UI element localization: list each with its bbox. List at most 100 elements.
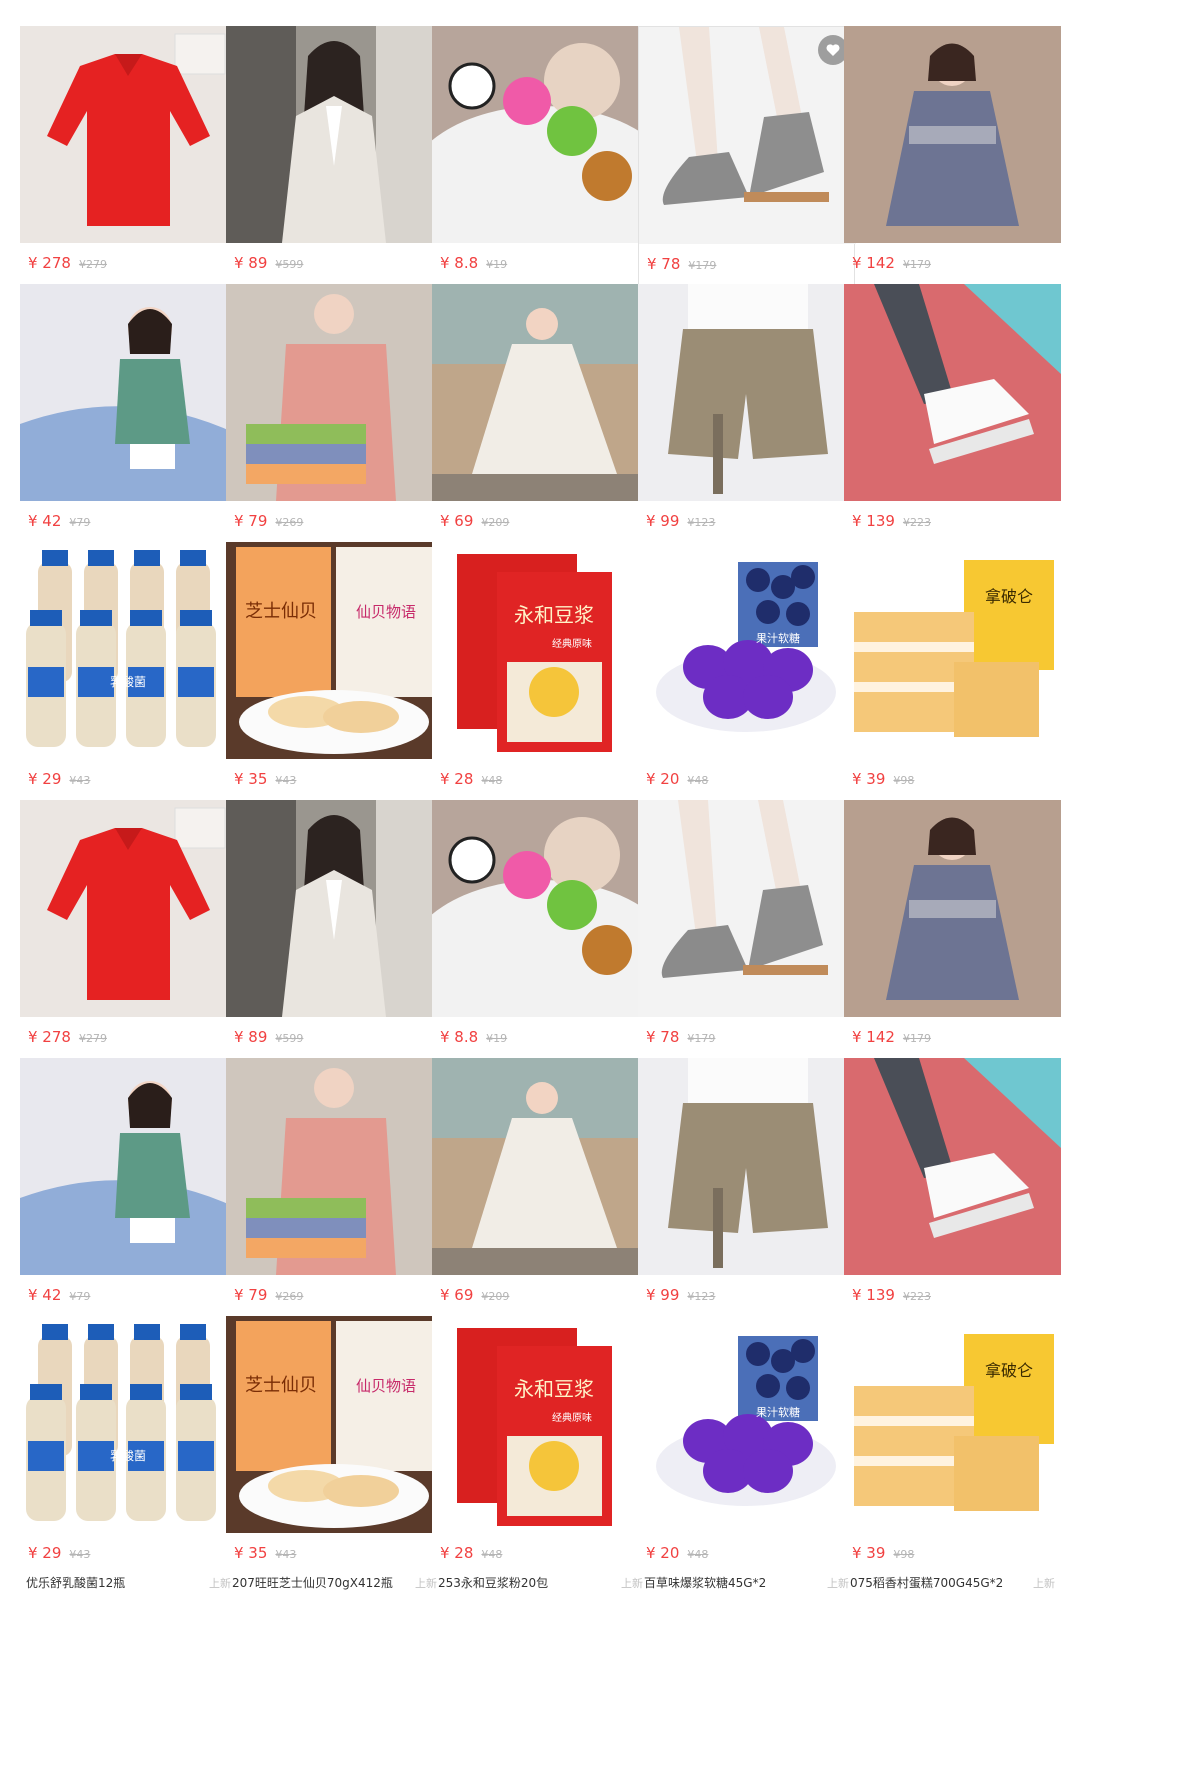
product-card[interactable]: ¥ 78 ¥179 牛皮百搭中跟休闲短靴 上新 bbox=[638, 26, 856, 304]
product-card[interactable]: ¥ 89 ¥599 羊绒衫高领毛衣针织衫 上新 bbox=[226, 800, 443, 1078]
current-price: ¥ 99 bbox=[646, 1286, 680, 1304]
price-row: ¥ 42 ¥79 bbox=[28, 1286, 90, 1308]
product-image[interactable]: 果汁软糖 bbox=[638, 542, 855, 759]
price-row: ¥ 29 ¥43 bbox=[28, 1544, 90, 1566]
price-row: ¥ 99 ¥123 bbox=[646, 1286, 715, 1308]
product-name[interactable]: 百草味爆浆软糖45G*2 bbox=[644, 1574, 766, 1591]
product-image[interactable] bbox=[20, 284, 237, 501]
product-image[interactable] bbox=[20, 26, 237, 243]
svg-text:芝士仙贝: 芝士仙贝 bbox=[245, 601, 317, 622]
product-image[interactable] bbox=[432, 800, 649, 1017]
original-price: ¥79 bbox=[69, 516, 91, 529]
product-image[interactable] bbox=[226, 1058, 443, 1275]
product-card[interactable]: ¥ 99 ¥123 民族风宽松女短裤 上新 bbox=[638, 284, 855, 562]
product-card[interactable]: 拿破仑 ¥ 39 ¥98 075稻香村蛋糕700G45G*2 上新 bbox=[844, 1316, 1061, 1594]
current-price: ¥ 29 bbox=[28, 770, 62, 788]
current-price: ¥ 35 bbox=[234, 770, 268, 788]
product-image[interactable] bbox=[844, 26, 1061, 243]
price-row: ¥ 142 ¥179 bbox=[852, 254, 931, 276]
current-price: ¥ 139 bbox=[852, 512, 895, 530]
product-name[interactable]: 优乐舒乳酸菌12瓶 bbox=[26, 1574, 125, 1591]
original-price: ¥279 bbox=[78, 1032, 107, 1045]
product-card[interactable]: 乳酸菌 ¥ 29 ¥43 优乐舒乳酸菌12瓶 上新 bbox=[20, 1316, 237, 1594]
product-card[interactable]: ¥ 139 ¥223 真皮平底板鞋小白鞋女 上新 bbox=[844, 1058, 1061, 1336]
current-price: ¥ 89 bbox=[234, 1028, 268, 1046]
product-image[interactable] bbox=[844, 284, 1061, 501]
product-image[interactable]: 芝士仙贝 仙贝物语 bbox=[226, 542, 443, 759]
product-image[interactable]: 乳酸菌 bbox=[20, 1316, 237, 1533]
product-card[interactable]: ¥ 139 ¥223 真皮平底板鞋小白鞋女 上新 bbox=[844, 284, 1061, 562]
product-name[interactable]: 207旺旺芝士仙贝70gX412瓶 bbox=[232, 1574, 393, 1591]
product-card[interactable]: ¥ 278 ¥279 第三季秋哈伦裤两件套 上新 bbox=[20, 26, 237, 304]
product-image[interactable] bbox=[844, 1058, 1061, 1275]
product-image[interactable] bbox=[432, 284, 649, 501]
product-image[interactable] bbox=[432, 26, 649, 243]
current-price: ¥ 78 bbox=[646, 1028, 680, 1046]
product-image[interactable]: 永和豆浆 经典原味 bbox=[432, 1316, 649, 1533]
product-card[interactable]: ¥ 42 ¥79 女童薄棉布韩版套装 上新 bbox=[20, 1058, 237, 1336]
product-card[interactable]: 永和豆浆 经典原味 ¥ 28 ¥48 253永和豆浆粉20包 上新 bbox=[432, 1316, 649, 1594]
svg-text:经典原味: 经典原味 bbox=[552, 1411, 592, 1424]
current-price: ¥ 139 bbox=[852, 1286, 895, 1304]
product-image[interactable]: 拿破仑 bbox=[844, 1316, 1061, 1533]
original-price: ¥209 bbox=[481, 1290, 510, 1303]
product-card[interactable]: ¥ 78 ¥179 牛皮百搭中跟休闲短靴 上新 bbox=[638, 800, 855, 1078]
svg-text:果汁软糖: 果汁软糖 bbox=[756, 631, 800, 645]
original-price: ¥179 bbox=[902, 1032, 931, 1045]
product-card[interactable]: ¥ 278 ¥279 第三季秋哈伦裤两件套 上新 bbox=[20, 800, 237, 1078]
price-row: ¥ 28 ¥48 bbox=[440, 770, 502, 792]
original-price: ¥19 bbox=[486, 1032, 508, 1045]
product-card[interactable]: 果汁软糖 ¥ 20 ¥48 百草味爆浆软糖45G*2 上新 bbox=[638, 542, 855, 820]
current-price: ¥ 39 bbox=[852, 770, 886, 788]
price-row: ¥ 35 ¥43 bbox=[234, 1544, 296, 1566]
product-card[interactable]: ¥ 99 ¥123 民族风宽松女短裤 上新 bbox=[638, 1058, 855, 1336]
product-image[interactable]: 果汁软糖 bbox=[638, 1316, 855, 1533]
product-card[interactable]: 永和豆浆 经典原味 ¥ 28 ¥48 253永和豆浆粉20包 上新 bbox=[432, 542, 649, 820]
product-image[interactable] bbox=[20, 800, 237, 1017]
product-card[interactable]: 乳酸菌 ¥ 29 ¥43 优乐舒乳酸菌12瓶 上新 bbox=[20, 542, 237, 820]
product-card[interactable]: ¥ 69 ¥209 甜美时尚蕾丝开衫 上新 bbox=[432, 284, 649, 562]
new-arrival-tag: 上新 bbox=[1033, 1577, 1055, 1590]
price-row: ¥ 142 ¥179 bbox=[852, 1028, 931, 1050]
product-card[interactable]: ¥ 69 ¥209 甜美时尚蕾丝开衫 上新 bbox=[432, 1058, 649, 1336]
product-image[interactable]: 乳酸菌 bbox=[20, 542, 237, 759]
original-price: ¥43 bbox=[275, 774, 297, 787]
product-card[interactable]: ¥ 142 ¥179 大码文艺休闲刺绣连衣裙 上新 bbox=[844, 26, 1061, 304]
product-card[interactable]: ¥ 79 ¥269 秋季韩版宽松洋气外套 上新 bbox=[226, 284, 443, 562]
product-image[interactable] bbox=[226, 26, 443, 243]
product-image[interactable] bbox=[638, 284, 855, 501]
original-price: ¥48 bbox=[481, 774, 503, 787]
product-card[interactable]: ¥ 89 ¥599 羊绒衫高领毛衣针织衫 上新 bbox=[226, 26, 443, 304]
original-price: ¥269 bbox=[275, 1290, 304, 1303]
current-price: ¥ 99 bbox=[646, 512, 680, 530]
price-row: ¥ 28 ¥48 bbox=[440, 1544, 502, 1566]
product-card[interactable]: 芝士仙贝 仙贝物语 ¥ 35 ¥43 207旺旺芝士仙贝70gX412瓶 上新 bbox=[226, 542, 443, 820]
product-name[interactable]: 075稻香村蛋糕700G45G*2 bbox=[850, 1574, 1003, 1591]
product-image[interactable] bbox=[226, 800, 443, 1017]
product-card[interactable]: ¥ 8.8 ¥19 4个装卡通马桶提盖器 上新 bbox=[432, 800, 649, 1078]
svg-text:永和豆浆: 永和豆浆 bbox=[514, 1377, 594, 1401]
product-card[interactable]: ¥ 42 ¥79 女童薄棉布韩版套装 上新 bbox=[20, 284, 237, 562]
product-card[interactable]: ¥ 142 ¥179 大码文艺休闲刺绣连衣裙 上新 bbox=[844, 800, 1061, 1078]
product-image[interactable]: 永和豆浆 经典原味 bbox=[432, 542, 649, 759]
product-image[interactable] bbox=[638, 800, 855, 1017]
product-card[interactable]: ¥ 79 ¥269 秋季韩版宽松洋气外套 上新 bbox=[226, 1058, 443, 1336]
product-card[interactable]: 果汁软糖 ¥ 20 ¥48 百草味爆浆软糖45G*2 上新 bbox=[638, 1316, 855, 1594]
original-price: ¥19 bbox=[486, 258, 508, 271]
product-image[interactable] bbox=[844, 800, 1061, 1017]
product-image[interactable]: 芝士仙贝 仙贝物语 bbox=[226, 1316, 443, 1533]
product-image[interactable] bbox=[226, 284, 443, 501]
product-card[interactable]: 拿破仑 ¥ 39 ¥98 075稻香村蛋糕700G45G*2 上新 bbox=[844, 542, 1061, 820]
price-row: ¥ 139 ¥223 bbox=[852, 1286, 931, 1308]
product-name[interactable]: 253永和豆浆粉20包 bbox=[438, 1574, 548, 1591]
product-image[interactable] bbox=[638, 1058, 855, 1275]
product-card[interactable]: 芝士仙贝 仙贝物语 ¥ 35 ¥43 207旺旺芝士仙贝70gX412瓶 上新 bbox=[226, 1316, 443, 1594]
price-row: ¥ 78 ¥179 bbox=[647, 255, 716, 277]
product-image[interactable]: 拿破仑 bbox=[844, 542, 1061, 759]
product-image[interactable] bbox=[432, 1058, 649, 1275]
original-price: ¥223 bbox=[902, 1290, 931, 1303]
price-row: ¥ 35 ¥43 bbox=[234, 770, 296, 792]
product-image[interactable] bbox=[20, 1058, 237, 1275]
svg-text:拿破仑: 拿破仑 bbox=[985, 1361, 1033, 1380]
product-card[interactable]: ¥ 8.8 ¥19 4个装卡通马桶提盖器 上新 bbox=[432, 26, 649, 304]
